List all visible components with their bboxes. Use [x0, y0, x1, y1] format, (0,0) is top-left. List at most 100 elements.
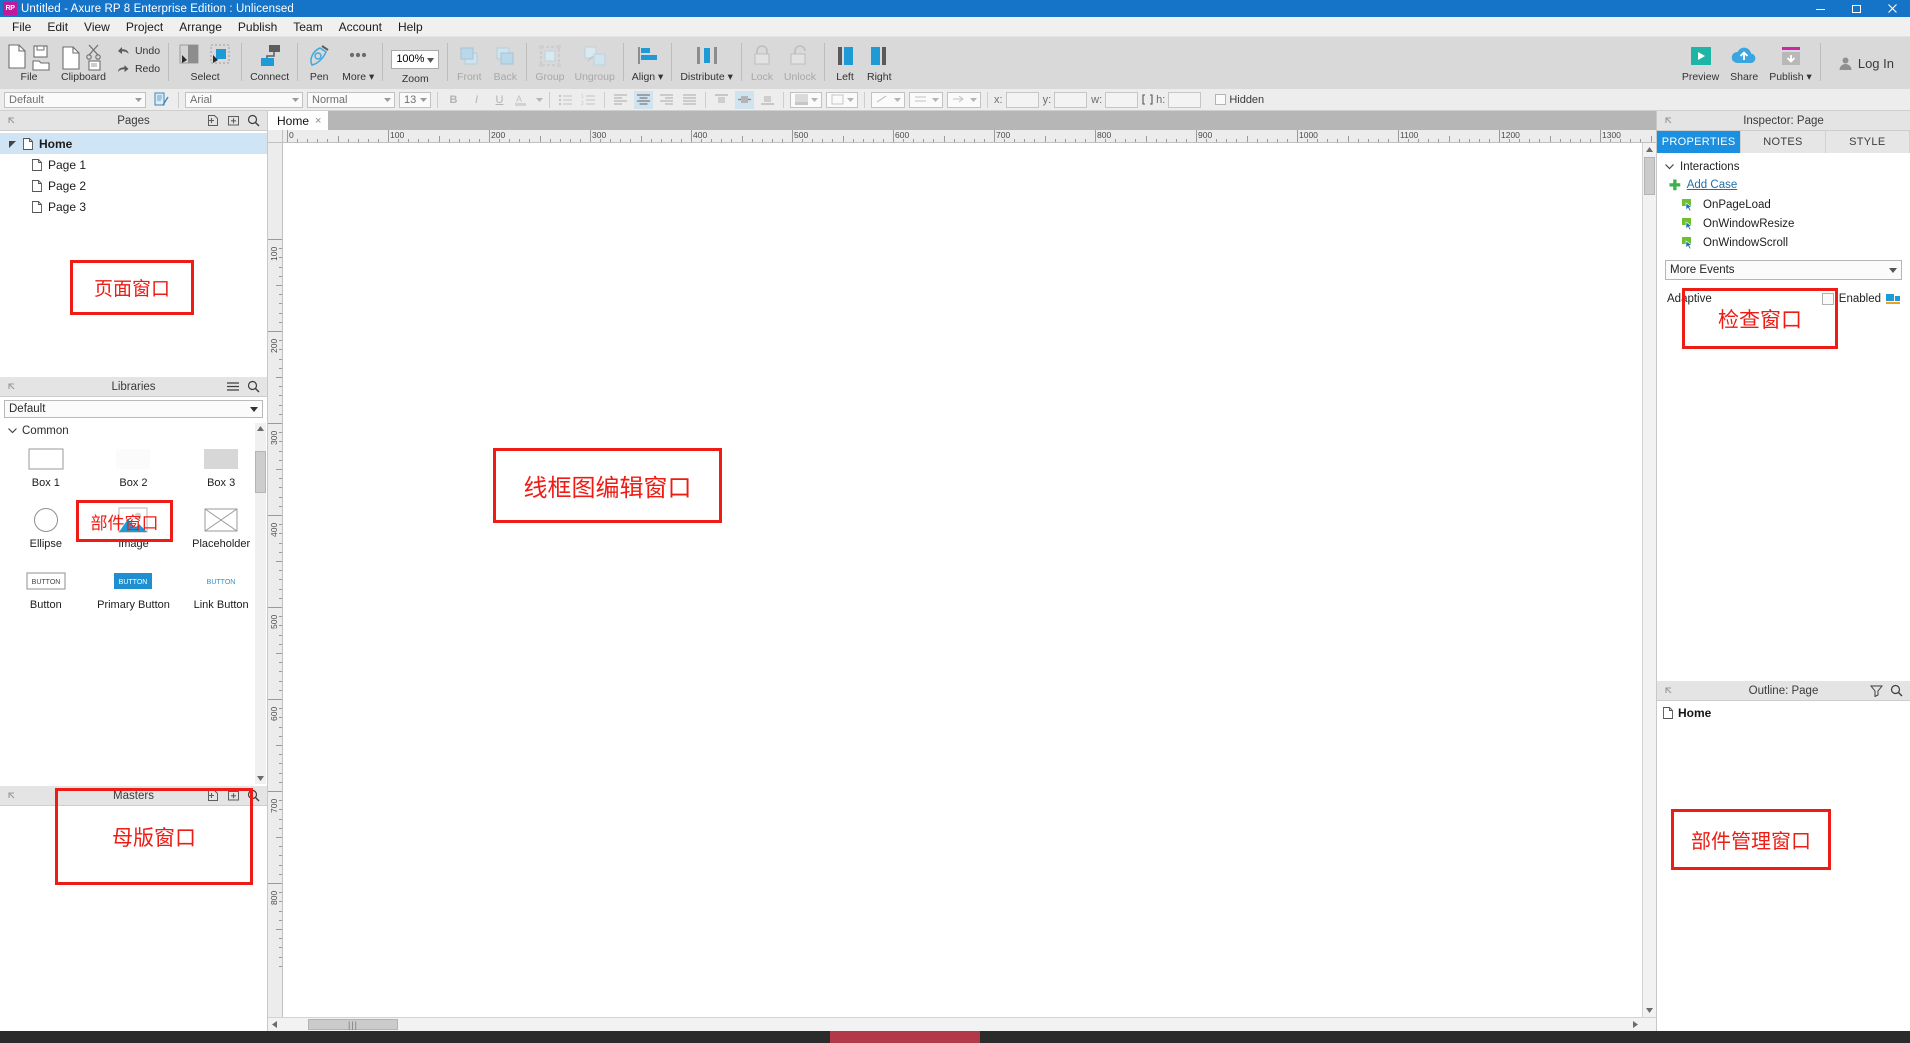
adaptive-views-icon[interactable]	[1886, 292, 1902, 305]
height-field[interactable]: h:	[1142, 91, 1202, 108]
h-input[interactable]	[1168, 91, 1202, 108]
widget-ellipse[interactable]: Ellipse	[2, 504, 90, 565]
line-color-select[interactable]	[826, 91, 858, 108]
select-group[interactable]: Select	[172, 37, 238, 89]
tab-notes[interactable]: NOTES	[1741, 131, 1826, 153]
horizontal-ruler[interactable]: 0 100 200 300 400 500 600 700 800 900 1000 1100 1200…	[283, 130, 1656, 143]
align-right-button[interactable]	[657, 91, 676, 109]
group-button[interactable]: Group	[530, 37, 569, 89]
search-icon[interactable]	[247, 380, 260, 393]
collapse-panel-icon[interactable]	[1657, 116, 1679, 126]
y-position-field[interactable]: y:	[1043, 91, 1088, 108]
scrollbar-thumb[interactable]: |||	[308, 1019, 398, 1030]
add-folder-icon[interactable]	[227, 114, 240, 127]
scroll-up-icon[interactable]	[255, 423, 266, 434]
canvas-horizontal-scrollbar[interactable]: |||	[268, 1018, 1642, 1031]
search-icon[interactable]	[1890, 684, 1903, 697]
vertical-ruler[interactable]: 100 200 300 400 500 600 700 800	[268, 143, 283, 1017]
menu-view[interactable]: View	[76, 17, 118, 37]
publish-button[interactable]: Publish ▾	[1764, 37, 1817, 89]
menu-account[interactable]: Account	[331, 17, 390, 37]
canvas-vertical-scrollbar[interactable]	[1642, 143, 1656, 1017]
filter-icon[interactable]	[1870, 684, 1883, 697]
align-left-button[interactable]	[611, 91, 630, 109]
w-input[interactable]	[1105, 91, 1139, 108]
search-icon[interactable]	[247, 114, 260, 127]
edit-style-icon[interactable]	[150, 91, 172, 109]
more-button[interactable]: More ▾	[337, 37, 379, 89]
right-button[interactable]: Right	[862, 37, 897, 89]
zoom-input[interactable]: 100%	[391, 49, 440, 69]
numbered-list-button[interactable]: 12	[579, 91, 598, 109]
collapse-panel-icon[interactable]	[0, 791, 22, 801]
chevron-down-icon[interactable]	[536, 97, 543, 102]
clipboard-group[interactable]: Clipboard	[56, 37, 111, 89]
add-page-icon[interactable]	[207, 114, 220, 127]
page-tree-item-home[interactable]: Home	[0, 133, 267, 154]
add-case-button[interactable]: ✚ Add Case	[1657, 173, 1910, 195]
back-button[interactable]: Back	[487, 37, 523, 89]
event-onwindowscroll[interactable]: OnWindowScroll	[1657, 233, 1910, 252]
library-select[interactable]: Default	[4, 400, 263, 418]
collapse-panel-icon[interactable]	[0, 116, 22, 126]
wireframe-canvas[interactable]: 线框图编辑窗口	[283, 143, 1642, 1017]
widget-category-common[interactable]: Common	[0, 421, 267, 439]
close-icon[interactable]: ×	[315, 115, 321, 127]
more-events-select[interactable]: More Events	[1665, 260, 1902, 280]
undo-button[interactable]: Undo	[116, 43, 160, 59]
widget-primary-button[interactable]: BUTTON Primary Button	[90, 565, 178, 626]
share-button[interactable]: Share	[1724, 37, 1764, 89]
widget-box-2[interactable]: Box 2	[90, 443, 178, 504]
left-button[interactable]: Left	[828, 37, 862, 89]
scroll-up-icon[interactable]	[1643, 143, 1656, 156]
widget-link-button[interactable]: BUTTON Link Button	[177, 565, 265, 626]
expand-twisty-icon[interactable]	[6, 140, 20, 148]
line-style-select[interactable]	[871, 91, 905, 108]
bullet-list-button[interactable]	[556, 91, 575, 109]
widget-placeholder[interactable]: Placeholder	[177, 504, 265, 565]
collapse-panel-icon[interactable]	[0, 382, 22, 392]
minimize-icon[interactable]	[1802, 0, 1838, 17]
close-icon[interactable]	[1874, 0, 1910, 17]
underline-button[interactable]: U	[490, 91, 509, 109]
collapse-panel-icon[interactable]	[1657, 686, 1679, 696]
line-width-select[interactable]	[909, 91, 943, 108]
add-folder-icon[interactable]	[227, 789, 240, 802]
widget-button[interactable]: BUTTON Button	[2, 565, 90, 626]
menu-publish[interactable]: Publish	[230, 17, 285, 37]
scrollbar-thumb[interactable]	[255, 451, 266, 493]
lock-button[interactable]: Lock	[745, 37, 779, 89]
zoom-group[interactable]: 100% Zoom	[386, 37, 444, 89]
menu-file[interactable]: File	[4, 17, 39, 37]
align-top-button[interactable]	[712, 91, 731, 109]
x-input[interactable]	[1005, 91, 1039, 108]
preview-button[interactable]: Preview	[1677, 37, 1724, 89]
canvas-tab-home[interactable]: Home ×	[268, 111, 329, 130]
distribute-button[interactable]: Distribute ▾	[675, 37, 738, 89]
interactions-section-header[interactable]: Interactions	[1657, 161, 1910, 173]
widget-image[interactable]: Image	[90, 504, 178, 565]
menu-help[interactable]: Help	[390, 17, 431, 37]
outline-item-home[interactable]: Home	[1657, 701, 1910, 720]
widget-box-1[interactable]: Box 1	[2, 443, 90, 504]
libraries-scrollbar[interactable]	[255, 423, 266, 784]
align-bottom-button[interactable]	[758, 91, 777, 109]
align-middle-button[interactable]	[735, 90, 754, 109]
search-icon[interactable]	[247, 789, 260, 802]
menu-arrange[interactable]: Arrange	[171, 17, 230, 37]
page-tree-item-page-1[interactable]: Page 1	[0, 154, 267, 175]
pen-button[interactable]: Pen	[301, 37, 337, 89]
align-button[interactable]: Align ▾	[627, 37, 669, 89]
add-master-icon[interactable]	[207, 789, 220, 802]
menu-project[interactable]: Project	[118, 17, 171, 37]
align-justify-button[interactable]	[680, 91, 699, 109]
y-input[interactable]	[1054, 91, 1088, 108]
line-arrow-select[interactable]	[947, 91, 981, 108]
font-family-select[interactable]: Arial	[185, 91, 303, 108]
font-size-select[interactable]: 13	[399, 91, 431, 108]
adaptive-enabled-checkbox[interactable]	[1821, 292, 1834, 305]
scroll-left-icon[interactable]	[268, 1018, 281, 1031]
width-field[interactable]: w:	[1091, 91, 1139, 108]
align-center-button[interactable]	[634, 90, 653, 109]
widget-box-3[interactable]: Box 3	[177, 443, 265, 504]
